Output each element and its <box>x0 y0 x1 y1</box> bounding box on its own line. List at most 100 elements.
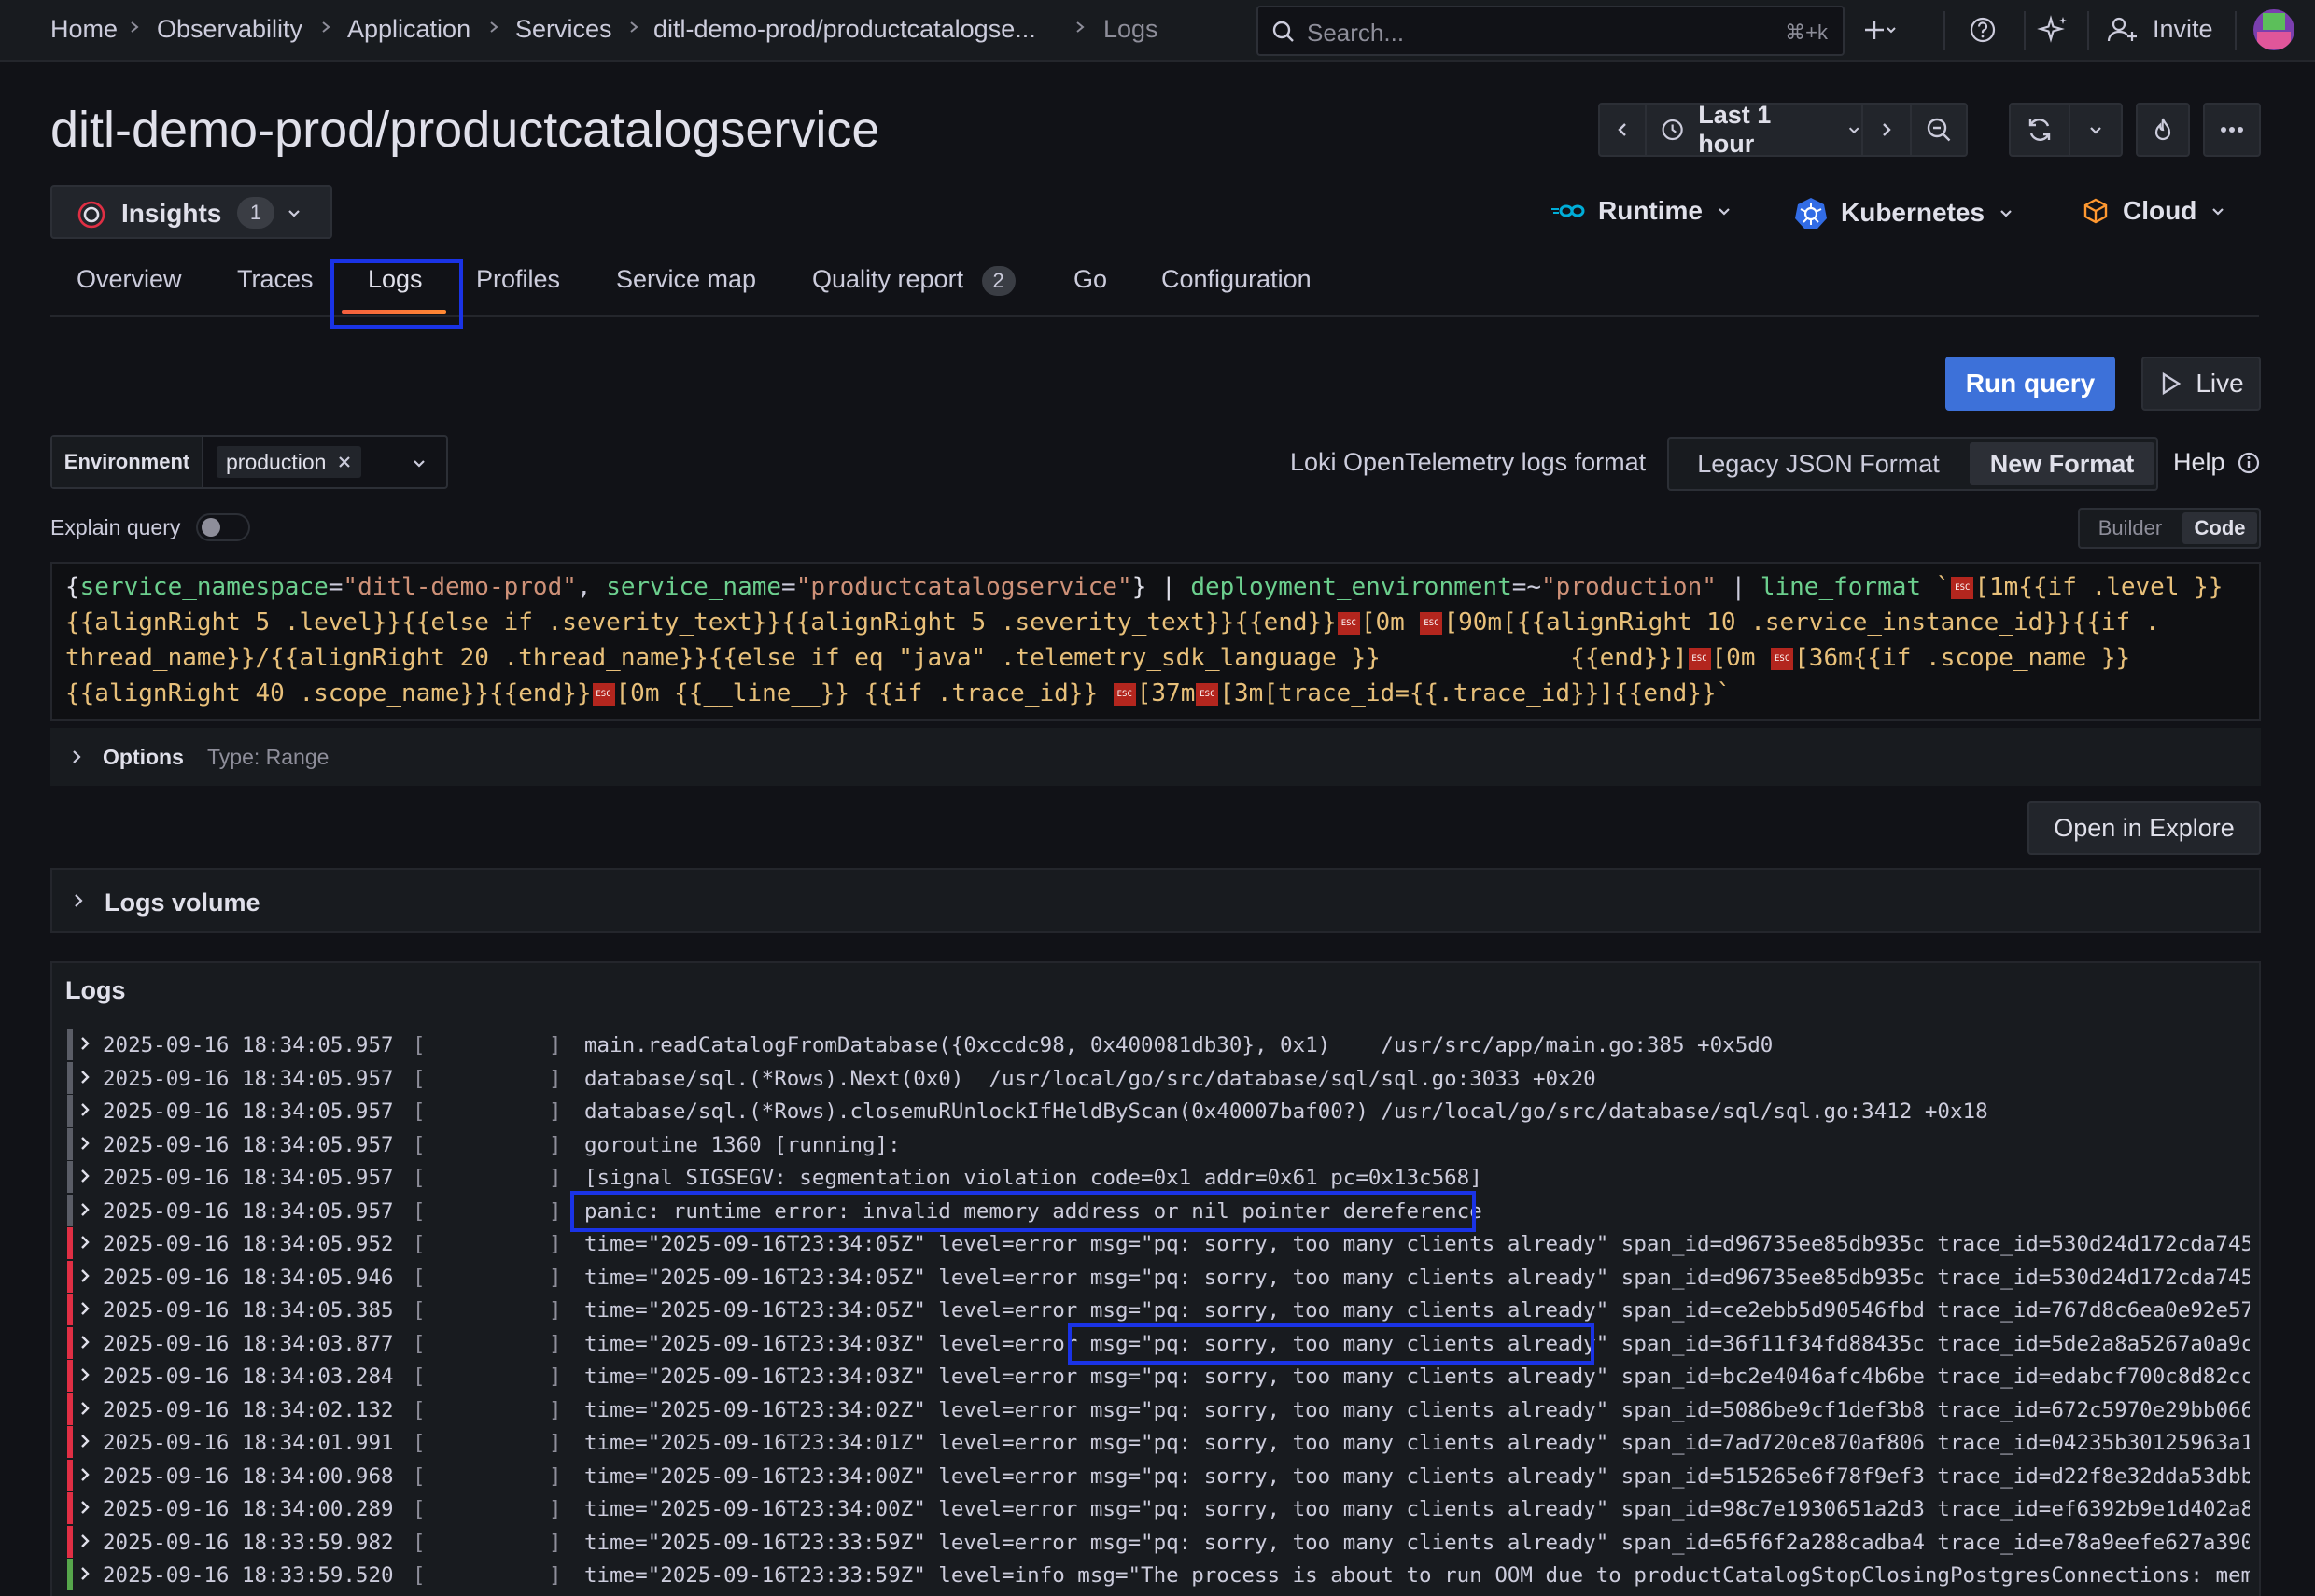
breadcrumb-logs: Logs <box>1103 15 1158 43</box>
log-row[interactable]: 2025-09-16 18:34:05.957 [] main.readCatalo… <box>67 1029 2250 1062</box>
log-timestamp: 2025-09-16 18:34:05.385 <box>103 1298 394 1323</box>
new-format-option[interactable]: New Format <box>1970 442 2154 485</box>
kubernetes-dropdown[interactable]: Kubernetes <box>1794 196 2014 230</box>
time-range-button[interactable]: Last 1 hour <box>1645 101 1861 158</box>
chevron-right-icon <box>81 1103 90 1116</box>
tab-profiles[interactable]: Profiles <box>476 265 560 294</box>
esc-glyph: ESC <box>1951 576 1974 599</box>
log-bracket: ] <box>549 1166 562 1190</box>
breadcrumb-observability[interactable]: Observability <box>157 15 302 44</box>
query-label-value: "ditl-demo-prod" <box>343 573 577 601</box>
insights-icon <box>77 201 105 229</box>
log-bracket: [ <box>413 1298 426 1323</box>
log-row[interactable]: 2025-09-16 18:34:05.957 [] database/sql.(*… <box>67 1095 2250 1128</box>
close-icon[interactable] <box>337 455 352 469</box>
logs-volume-panel[interactable]: Logs volume <box>50 868 2261 933</box>
tab-traces[interactable]: Traces <box>237 265 314 294</box>
help-button[interactable]: Help <box>2173 448 2261 477</box>
chevron-down-icon <box>1719 208 1730 216</box>
builder-mode-option[interactable]: Builder <box>2080 510 2181 547</box>
log-row[interactable]: 2025-09-16 18:33:59.520 [] time="2025-09-1… <box>67 1559 2250 1592</box>
query-operator: = <box>328 573 344 601</box>
chevron-down-icon[interactable] <box>411 455 428 471</box>
plus-icon[interactable] <box>1863 13 1897 47</box>
log-message: goroutine 1360 [running]: <box>584 1132 901 1157</box>
invite-button[interactable]: Invite <box>2153 15 2213 44</box>
flame-button[interactable] <box>2136 103 2190 157</box>
log-row[interactable]: 2025-09-16 18:33:59.982 [] time="2025-09-1… <box>67 1525 2250 1560</box>
log-bracket: ] <box>549 1530 562 1555</box>
log-row[interactable]: 2025-09-16 18:34:00.289 [] time="2025-09-1… <box>67 1492 2250 1526</box>
log-row[interactable]: 2025-09-16 18:34:05.957 [] [signal SIGSEGV… <box>67 1161 2250 1195</box>
log-bracket: ] <box>549 1463 562 1489</box>
log-level-indicator <box>67 1360 73 1392</box>
explain-query-toggle[interactable] <box>196 513 250 541</box>
time-back-button[interactable] <box>1600 105 1645 155</box>
legacy-json-format-option[interactable]: Legacy JSON Format <box>1669 439 1968 489</box>
help-icon[interactable] <box>1966 13 1999 47</box>
log-level-indicator <box>67 1426 73 1458</box>
insights-button[interactable]: Insights 1 <box>50 185 332 239</box>
tab-configuration[interactable]: Configuration <box>1161 265 1312 294</box>
breadcrumb-services[interactable]: Services <box>515 15 612 44</box>
log-row[interactable]: 2025-09-16 18:34:05.946 [] time="2025-09-1… <box>67 1260 2250 1295</box>
tab-go[interactable]: Go <box>1073 265 1107 294</box>
runtime-dropdown[interactable]: Runtime <box>1550 196 1733 226</box>
refresh-button[interactable] <box>2011 105 2069 155</box>
more-options-button[interactable] <box>2203 103 2261 157</box>
log-row[interactable]: 2025-09-16 18:34:00.968 [] time="2025-09-1… <box>67 1459 2250 1493</box>
log-level-indicator <box>67 1492 73 1524</box>
log-bracket: [ <box>413 1033 426 1057</box>
zoom-out-button[interactable] <box>1910 105 1966 155</box>
chevron-down-icon <box>2090 127 2101 134</box>
chevron-right-icon <box>81 1236 90 1249</box>
runtime-label: Runtime <box>1598 196 1703 225</box>
run-query-button[interactable]: Run query <box>1945 357 2115 411</box>
log-row[interactable]: 2025-09-16 18:34:02.132 [] time="2025-09-1… <box>67 1393 2250 1427</box>
tab-overview[interactable]: Overview <box>77 265 182 294</box>
code-mode-option[interactable]: Code <box>2182 512 2257 544</box>
tab-service-map[interactable]: Service map <box>616 265 756 294</box>
query-options[interactable]: Options Type: Range <box>50 728 2261 786</box>
query-template: [0m {{__line__}} {{if .trace_id}} <box>615 679 1113 707</box>
query-template: {{alignRight 5 .level}}{{else if .severi… <box>65 609 1337 637</box>
flame-icon <box>2154 118 2171 141</box>
log-row[interactable]: 2025-09-16 18:34:03.284 [] time="2025-09-1… <box>67 1360 2250 1393</box>
log-row[interactable]: 2025-09-16 18:34:05.957 [] database/sql.(*… <box>67 1061 2250 1096</box>
chevron-down-icon <box>2212 208 2224 216</box>
open-in-explore-button[interactable]: Open in Explore <box>2027 801 2261 855</box>
breadcrumb-application[interactable]: Application <box>347 15 470 44</box>
avatar[interactable] <box>2253 9 2294 50</box>
log-row[interactable]: 2025-09-16 18:34:05.952 [] time="2025-09-1… <box>67 1227 2250 1261</box>
query-line-1: {service_namespace="ditl-demo-prod", ser… <box>65 573 2223 601</box>
breadcrumb-home[interactable]: Home <box>50 15 118 44</box>
log-row[interactable]: 2025-09-16 18:34:05.385 [] time="2025-09-1… <box>67 1294 2250 1327</box>
highlight-box <box>330 259 463 329</box>
log-row[interactable]: 2025-09-16 18:34:01.991 [] time="2025-09-1… <box>67 1426 2250 1460</box>
query-template: [0m <box>1711 644 1771 672</box>
add-user-icon[interactable] <box>2106 13 2140 47</box>
log-timestamp: 2025-09-16 18:34:05.946 <box>103 1265 394 1290</box>
refresh-interval-dropdown[interactable] <box>2069 105 2121 155</box>
log-message: time="2025-09-16T23:33:59Z" level=error … <box>584 1530 2250 1555</box>
esc-glyph: ESC <box>1771 647 1794 670</box>
live-button[interactable]: Live <box>2141 357 2261 411</box>
time-forward-button[interactable] <box>1861 105 1910 155</box>
log-row[interactable]: 2025-09-16 18:34:05.957 [] goroutine 1360 … <box>67 1127 2250 1162</box>
log-level-indicator <box>67 1260 73 1293</box>
query-editor[interactable]: {service_namespace="ditl-demo-prod", ser… <box>50 562 2261 721</box>
more-options-inner <box>2205 105 2259 155</box>
breadcrumb-service[interactable]: ditl-demo-prod/productcatalogse... <box>653 15 1036 44</box>
environment-filter: Environment production <box>50 435 448 489</box>
log-bracket: ] <box>549 1397 562 1422</box>
sparkle-icon[interactable] <box>2037 13 2070 47</box>
top-bar: Home Observability Application Services … <box>0 0 2315 62</box>
query-label-value: "productcatalogservice" <box>795 573 1132 601</box>
log-message: time="2025-09-16T23:34:03Z" level=error … <box>584 1365 2250 1389</box>
refresh-icon <box>2028 119 2051 141</box>
time-range-label: Last 1 hour <box>1698 101 1772 158</box>
tab-quality-report[interactable]: Quality report 2 <box>812 265 1016 296</box>
search-input[interactable]: Search... ⌘+k <box>1256 6 1845 56</box>
cloud-dropdown[interactable]: Cloud <box>2082 196 2226 226</box>
search-shortcut: ⌘+k <box>1785 21 1828 44</box>
